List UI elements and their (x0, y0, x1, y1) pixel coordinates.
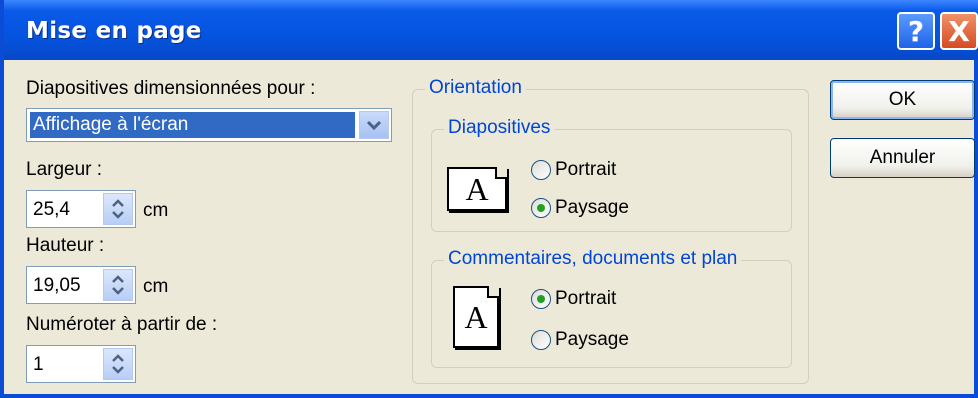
slides-orientation-title: Diapositives (444, 117, 555, 139)
portrait-page-icon: A (453, 286, 499, 348)
cancel-button[interactable]: Annuler (830, 138, 975, 178)
slides-sized-for-label: Diapositives dimensionnées pour : (26, 78, 316, 99)
slides-landscape-label[interactable]: Paysage (555, 197, 629, 219)
notes-portrait-radio[interactable] (531, 289, 551, 309)
width-value[interactable]: 25,4 (33, 199, 70, 221)
slides-landscape-radio[interactable] (531, 198, 551, 218)
width-label: Largeur : (26, 159, 103, 180)
notes-portrait-label[interactable]: Portrait (555, 288, 616, 310)
notes-landscape-label[interactable]: Paysage (555, 329, 629, 351)
ok-button[interactable]: OK (830, 80, 975, 120)
height-value[interactable]: 19,05 (33, 275, 81, 297)
help-button[interactable]: ? (897, 12, 935, 50)
height-unit: cm (143, 276, 169, 297)
notes-orientation-title: Commentaires, documents et plan (444, 248, 742, 270)
width-spinner[interactable]: 25,4 (26, 190, 136, 228)
slides-sized-for-dropdown[interactable]: Affichage à l'écran (26, 108, 392, 142)
landscape-page-icon: A (447, 167, 507, 211)
orientation-title: Orientation (425, 77, 526, 99)
slides-sized-for-value[interactable]: Affichage à l'écran (30, 112, 355, 138)
chevron-down-icon[interactable] (359, 111, 389, 139)
number-from-value[interactable]: 1 (33, 354, 44, 376)
slides-portrait-radio[interactable] (531, 160, 551, 180)
height-spinner[interactable]: 19,05 (26, 266, 136, 304)
height-label: Hauteur : (26, 235, 105, 256)
page-setup-dialog: Mise en page ? X Diapositives dimensionn… (0, 0, 978, 398)
title-bar[interactable]: Mise en page ? X (4, 0, 978, 60)
notes-landscape-radio[interactable] (531, 330, 551, 350)
spinner-arrows-icon[interactable] (103, 269, 133, 301)
close-button[interactable]: X (940, 12, 978, 50)
width-unit: cm (143, 200, 169, 221)
spinner-arrows-icon[interactable] (103, 193, 133, 225)
spinner-arrows-icon[interactable] (103, 348, 133, 380)
number-from-label: Numéroter à partir de : (26, 314, 218, 335)
slides-portrait-label[interactable]: Portrait (555, 159, 616, 181)
dialog-title: Mise en page (26, 18, 202, 44)
number-from-spinner[interactable]: 1 (26, 345, 136, 383)
